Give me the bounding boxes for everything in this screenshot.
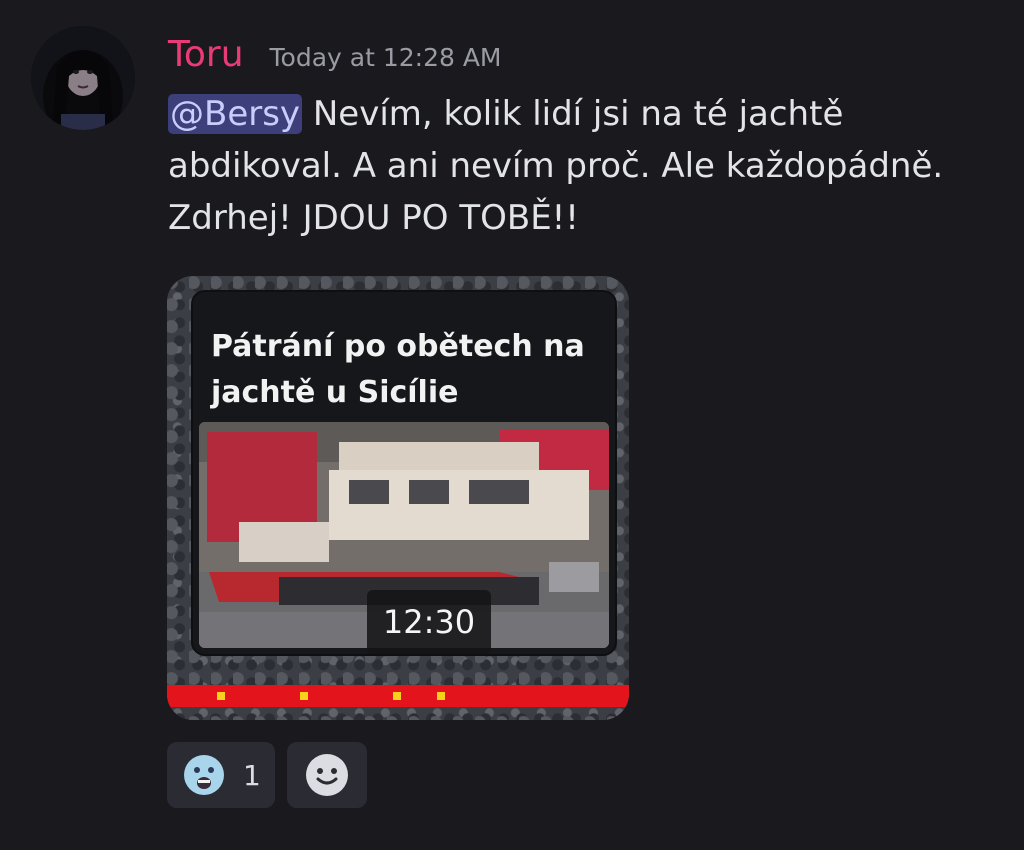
user-mention[interactable]: @Bersy [168,94,303,134]
progress-marker [393,692,401,700]
reaction-scared-face[interactable]: 1 [167,742,275,808]
scared-face-emoji-icon [184,755,224,795]
progress-bar [167,685,629,707]
message-timestamp: Today at 12:28 AM [269,43,502,72]
video-duration: 12:30 [367,590,491,654]
add-reaction-button[interactable] [287,742,367,808]
progress-marker [300,692,308,700]
progress-marker [437,692,445,700]
progress-marker [217,692,225,700]
video-title: Pátrání po obětech na jachtě u Sicílie [211,329,585,410]
message-header: Toru Today at 12:28 AM [168,34,502,80]
video-card: Pátrání po obětech na jachtě u Sicílie 1… [191,290,617,656]
gif-embed[interactable]: Pátrání po obětech na jachtě u Sicílie 1… [167,276,629,720]
user-avatar[interactable] [31,26,135,130]
reaction-count: 1 [243,758,261,792]
avatar-portrait [31,26,135,130]
reaction-bar: 1 [167,742,367,808]
message-content: @Bersy Nevím, kolik lidí jsi na té jacht… [168,88,988,244]
chat-message: Toru Today at 12:28 AM @Bersy Nevím, kol… [0,0,1024,850]
username[interactable]: Toru [168,34,244,75]
add-reaction-smiley-icon [306,754,348,796]
